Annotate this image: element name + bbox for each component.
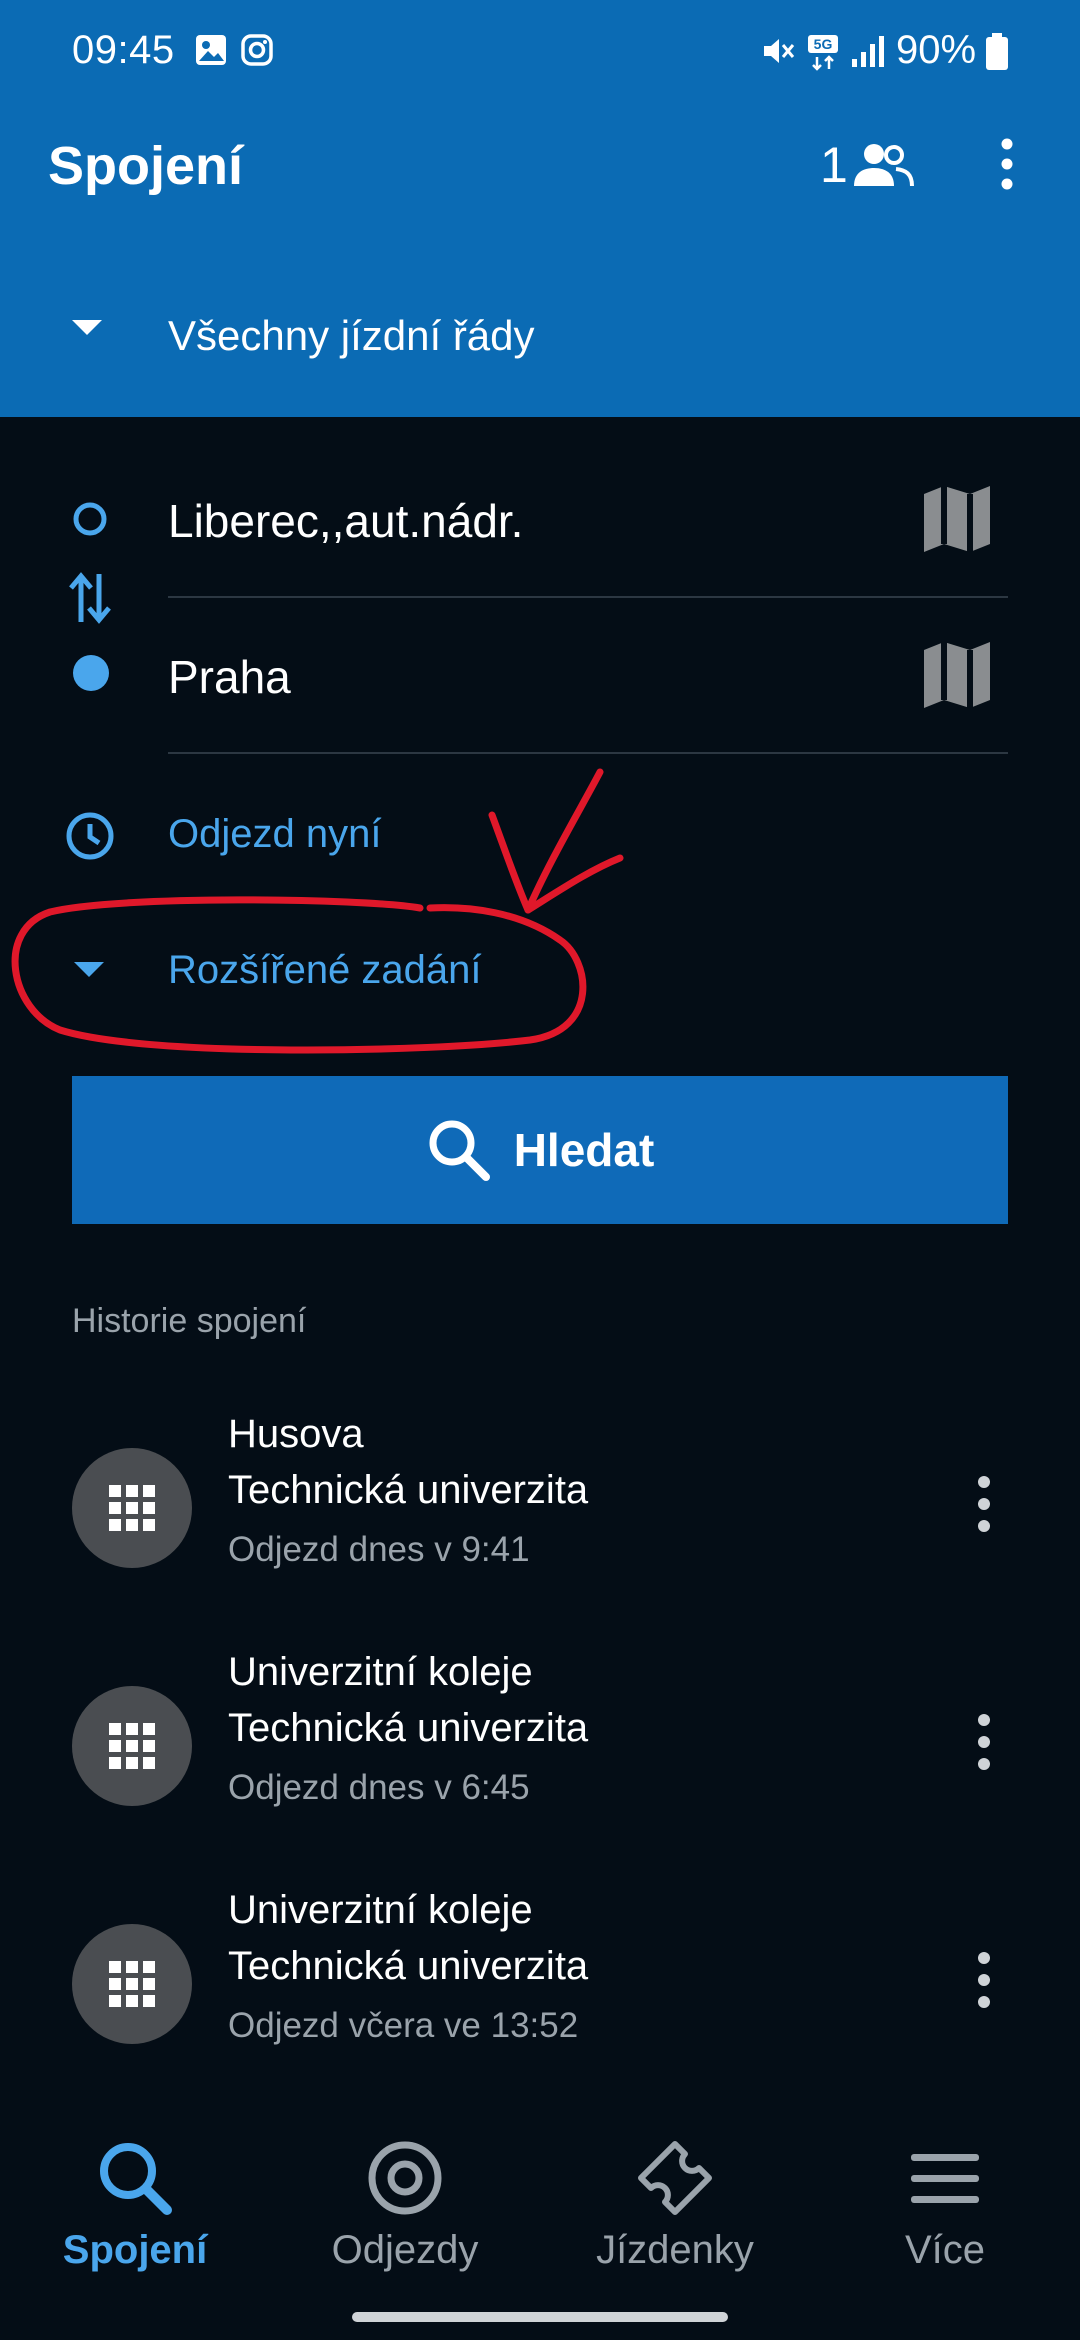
stop-grid-icon bbox=[109, 1485, 155, 1531]
search-icon bbox=[429, 1120, 490, 1181]
menu-icon bbox=[911, 2154, 979, 2203]
to-field[interactable]: Praha bbox=[0, 602, 1080, 752]
history-item-avatar bbox=[72, 1448, 192, 1568]
nav-item-vice[interactable]: Více bbox=[810, 2110, 1080, 2300]
history-from: Univerzitní koleje bbox=[228, 1650, 533, 1694]
ticket-icon bbox=[638, 2141, 712, 2215]
from-field[interactable]: Liberec,,aut.nádr. bbox=[0, 446, 1080, 596]
network-5g-icon: 5G bbox=[808, 35, 838, 71]
connections-screen: 09:45 5G 90% Spojení 1 Všechny jízdní řá… bbox=[0, 0, 1080, 2340]
passenger-count: 1 bbox=[820, 137, 848, 193]
nav-label: Spojení bbox=[62, 2228, 208, 2272]
advanced-input-toggle[interactable]: Rozšířené zadání bbox=[0, 926, 1080, 1016]
history-from: Univerzitní koleje bbox=[228, 1888, 533, 1932]
history-to: Technická univerzita bbox=[228, 1706, 589, 1750]
gallery-icon bbox=[196, 35, 226, 65]
instagram-icon bbox=[241, 34, 273, 66]
nav-label: Jízdenky bbox=[596, 2228, 754, 2272]
history-time: Odjezd dnes v 6:45 bbox=[228, 1768, 530, 1807]
passengers-button[interactable]: 1 bbox=[820, 130, 914, 200]
overflow-menu-icon[interactable] bbox=[994, 138, 1020, 190]
from-value: Liberec,,aut.nádr. bbox=[168, 495, 524, 547]
history-to: Technická univerzita bbox=[228, 1468, 589, 1512]
map-icon[interactable] bbox=[920, 482, 994, 556]
destination-marker-icon bbox=[73, 655, 109, 691]
history-item-avatar bbox=[72, 1686, 192, 1806]
history-from: Husova bbox=[228, 1412, 364, 1456]
stop-grid-icon bbox=[109, 1961, 155, 2007]
nav-item-odjezdy[interactable]: Odjezdy bbox=[270, 2110, 540, 2300]
history-item[interactable]: Univerzitní koleje Technická univerzita … bbox=[0, 1888, 1080, 2088]
advanced-label: Rozšířené zadání bbox=[168, 948, 482, 992]
page-title: Spojení bbox=[48, 136, 244, 196]
divider bbox=[168, 752, 1008, 754]
history-time: Odjezd včera ve 13:52 bbox=[228, 2006, 579, 2045]
history-item-avatar bbox=[72, 1924, 192, 2044]
signal-icon bbox=[852, 36, 884, 67]
divider bbox=[168, 596, 1008, 598]
origin-marker-icon bbox=[73, 502, 107, 536]
mute-icon bbox=[764, 39, 795, 63]
timetable-selector-label: Všechny jízdní řády bbox=[168, 312, 535, 359]
departure-label: Odjezd nyní bbox=[168, 812, 382, 856]
nav-label: Více bbox=[904, 2228, 986, 2272]
search-button[interactable]: Hledat bbox=[72, 1076, 1008, 1224]
map-icon[interactable] bbox=[920, 638, 994, 712]
history-to: Technická univerzita bbox=[228, 1944, 589, 1988]
clock-icon bbox=[66, 812, 114, 860]
history-title: Historie spojení bbox=[72, 1302, 307, 1340]
history-item[interactable]: Univerzitní koleje Technická univerzita … bbox=[0, 1650, 1080, 1850]
nav-item-spojeni[interactable]: Spojení bbox=[0, 2110, 270, 2300]
bottom-navigation: Spojení Odjezdy Jízdenky Více bbox=[0, 2110, 1080, 2300]
people-icon bbox=[853, 144, 914, 187]
battery-icon bbox=[986, 33, 1008, 70]
departure-time-selector[interactable]: Odjezd nyní bbox=[0, 790, 1080, 880]
target-icon bbox=[368, 2141, 442, 2215]
history-item[interactable]: Husova Technická univerzita Odjezd dnes … bbox=[0, 1412, 1080, 1612]
gesture-handle bbox=[352, 2312, 728, 2322]
svg-text:5G: 5G bbox=[814, 36, 833, 52]
history-time: Odjezd dnes v 9:41 bbox=[228, 1530, 530, 1569]
more-options-icon[interactable] bbox=[972, 1474, 996, 1534]
nav-label: Odjezdy bbox=[331, 2228, 479, 2272]
status-time: 09:45 bbox=[72, 28, 175, 72]
stop-grid-icon bbox=[109, 1723, 155, 1769]
status-bar: 09:45 5G 90% bbox=[0, 0, 1080, 105]
dropdown-arrow-icon bbox=[74, 962, 104, 977]
to-value: Praha bbox=[168, 651, 291, 703]
dropdown-arrow-icon bbox=[72, 320, 102, 335]
more-options-icon[interactable] bbox=[972, 1712, 996, 1772]
more-options-icon[interactable] bbox=[972, 1950, 996, 2010]
search-icon bbox=[100, 2143, 172, 2215]
battery-level: 90% bbox=[896, 28, 977, 72]
timetable-selector[interactable]: Všechny jízdní řády bbox=[0, 290, 1080, 380]
nav-item-jizdenky[interactable]: Jízdenky bbox=[540, 2110, 810, 2300]
search-button-label: Hledat bbox=[513, 1124, 655, 1176]
